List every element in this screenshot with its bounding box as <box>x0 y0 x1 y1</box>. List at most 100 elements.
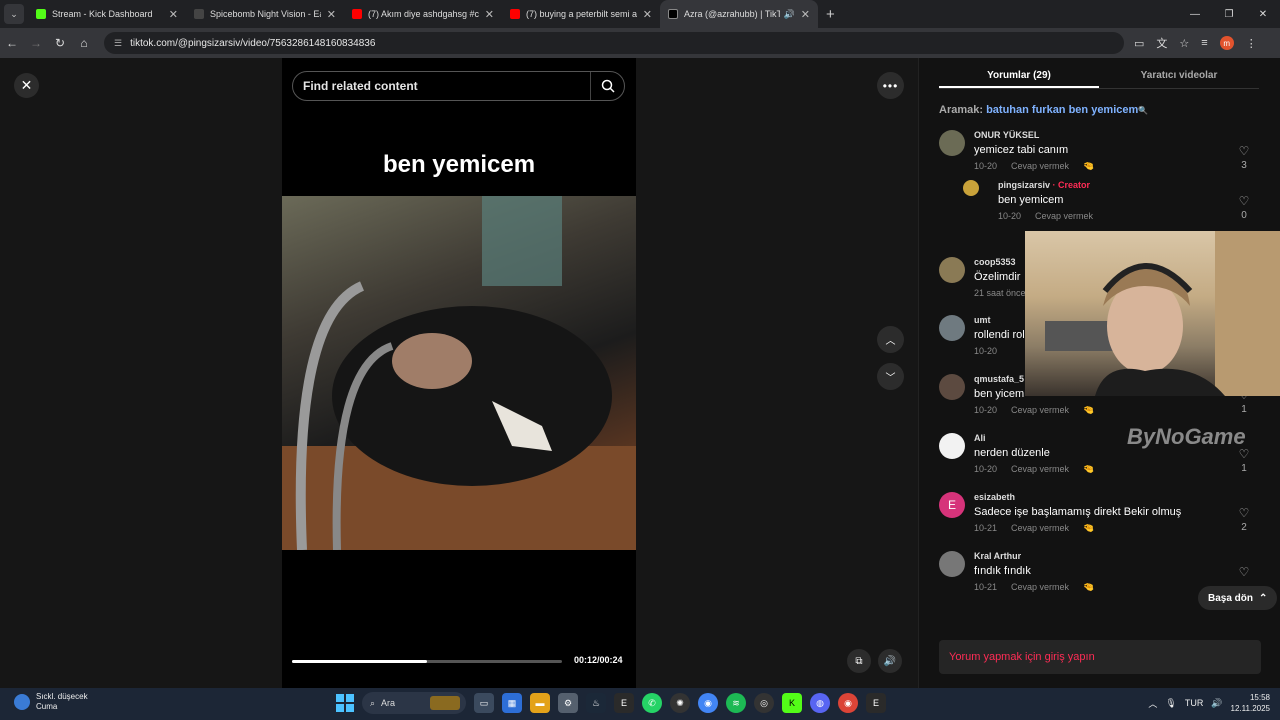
chevron-up-icon: ︿ <box>885 336 896 347</box>
kick-icon[interactable]: K <box>782 693 802 713</box>
reply-button[interactable]: Cevap vermek <box>1011 161 1069 171</box>
avatar[interactable] <box>939 433 965 459</box>
heart-icon[interactable]: ♡ <box>1234 506 1254 520</box>
avatar[interactable] <box>939 551 965 577</box>
url-field[interactable]: ☰ tiktok.com/@pingsizarsiv/video/7563286… <box>104 32 1124 54</box>
chrome-icon[interactable]: ◉ <box>698 693 718 713</box>
avatar[interactable] <box>939 315 965 341</box>
related-search-input[interactable]: Find related content <box>292 71 625 101</box>
menu-icon[interactable]: ⋮ <box>1246 37 1257 50</box>
emoji-icon[interactable]: 🤏 <box>1083 405 1094 415</box>
avatar[interactable] <box>939 257 965 283</box>
spotify-icon[interactable]: ≋ <box>726 693 746 713</box>
reply-button[interactable]: Cevap vermek <box>1011 464 1069 474</box>
emoji-icon[interactable]: 🤏 <box>1083 582 1094 592</box>
language-indicator[interactable]: TUR <box>1185 698 1204 708</box>
close-video-button[interactable]: ✕ <box>14 73 39 98</box>
file-explorer-icon[interactable]: ▬ <box>530 693 550 713</box>
browser-tab[interactable]: (7) Akım diye ashdgahsg #cs2 #✕ <box>344 0 502 28</box>
new-tab-button[interactable]: + <box>826 6 835 23</box>
volume-button[interactable]: 🔊 <box>878 649 902 673</box>
reload-icon[interactable]: ↻ <box>48 36 72 50</box>
clock[interactable]: 15:58 12.11.2025 <box>1231 692 1270 714</box>
video-caption: ben yemicem <box>382 151 536 178</box>
profile-avatar[interactable]: m <box>1219 36 1234 50</box>
tab-creator-videos[interactable]: Yaratıcı videolar <box>1099 58 1259 88</box>
tab-search-button[interactable]: ⌄ <box>4 4 24 24</box>
heart-icon[interactable]: ♡ <box>1234 144 1254 158</box>
window-close-icon[interactable]: ✕ <box>1246 0 1280 28</box>
emoji-icon[interactable]: 🤏 <box>1083 161 1094 171</box>
reply-button[interactable]: Cevap vermek <box>1011 582 1069 592</box>
close-tab-icon[interactable]: ✕ <box>169 8 178 21</box>
translate-icon[interactable]: 文 <box>1156 35 1167 51</box>
minimize-icon[interactable]: — <box>1178 0 1212 28</box>
task-view-icon[interactable]: ▭ <box>474 693 494 713</box>
forward-icon[interactable]: → <box>24 36 48 50</box>
taskbar-search[interactable]: ⌕ Ara <box>362 692 466 714</box>
back-icon[interactable]: ← <box>0 36 24 50</box>
progress-fill <box>292 660 427 663</box>
video-player[interactable]: Find related content ben yemicem 00:12/0… <box>282 58 636 688</box>
reply-button[interactable]: Cevap vermek <box>1011 523 1069 533</box>
avatar[interactable] <box>963 180 979 196</box>
epic-games-icon[interactable]: E <box>614 693 634 713</box>
restore-icon[interactable]: ❐ <box>1212 0 1246 28</box>
chevron-up-icon[interactable]: ︿ <box>1148 697 1157 710</box>
search-icon: ⌕ <box>370 697 376 708</box>
bookmark-star-icon[interactable]: ☆ <box>1179 37 1189 50</box>
whatsapp-icon[interactable]: ✆ <box>642 693 662 713</box>
watermark-logo: ByNoGame <box>1127 424 1246 449</box>
more-options-button[interactable]: ••• <box>877 72 904 99</box>
site-info-icon[interactable]: ☰ <box>114 38 122 49</box>
discord-icon[interactable]: ◍ <box>810 693 830 713</box>
search-suggestion[interactable]: Aramak: batuhan furkan ben yemicem🔍 <box>939 104 1148 116</box>
address-bar-row: ← → ↻ ⌂ ☰ tiktok.com/@pingsizarsiv/video… <box>0 28 1280 58</box>
next-video-button[interactable]: ﹀ <box>877 363 904 390</box>
speaker-icon[interactable]: 🔊 <box>784 9 795 20</box>
cast-icon[interactable]: ▭ <box>1134 37 1144 50</box>
heart-icon[interactable]: ♡ <box>1234 194 1254 208</box>
avatar[interactable] <box>939 130 965 156</box>
emoji-icon[interactable]: 🤏 <box>1083 464 1094 474</box>
avatar[interactable]: E <box>939 492 965 518</box>
tab-comments[interactable]: Yorumlar (29) <box>939 58 1099 88</box>
chatgpt-icon[interactable]: ✺ <box>670 693 690 713</box>
weather-widget[interactable]: Sıckl. düşecek Cuma <box>14 692 88 712</box>
miniplayer-button[interactable]: ⧉ <box>847 649 871 673</box>
close-tab-icon[interactable]: ✕ <box>327 8 336 21</box>
browser-tab[interactable]: Stream - Kick Dashboard ✕ <box>28 0 186 28</box>
browser-tab[interactable]: Spicebomb Night Vision - Eau d✕ <box>186 0 344 28</box>
youtube-icon <box>510 9 520 19</box>
windows-start-icon[interactable] <box>336 694 354 712</box>
reply-button[interactable]: Cevap vermek <box>1011 405 1069 415</box>
comments-panel: Yorumlar (29) Yaratıcı videolar Aramak: … <box>918 58 1280 688</box>
close-tab-icon[interactable]: ✕ <box>643 8 652 21</box>
progress-bar[interactable] <box>292 660 562 663</box>
previous-video-button[interactable]: ︿ <box>877 326 904 353</box>
avatar[interactable] <box>939 374 965 400</box>
close-tab-icon[interactable]: ✕ <box>801 8 810 21</box>
heart-icon[interactable]: ♡ <box>1234 565 1254 579</box>
browser-tab-active[interactable]: Azra (@azrahubb) | TikTok🔊✕ <box>660 0 818 28</box>
back-to-top-button[interactable]: Başa dön ⌃ <box>1198 586 1278 610</box>
epic-games-icon[interactable]: E <box>866 693 886 713</box>
video-frame[interactable] <box>282 196 636 550</box>
store-icon[interactable]: ▦ <box>502 693 522 713</box>
microphone-icon[interactable]: 🎙 <box>1165 698 1176 709</box>
miniplayer-icon: ⧉ <box>855 655 863 667</box>
search-icon[interactable] <box>590 72 624 100</box>
home-icon[interactable]: ⌂ <box>72 36 96 50</box>
browser-tab[interactable]: (7) buying a peterbilt semi and ✕ <box>502 0 660 28</box>
settings-icon[interactable]: ⚙ <box>558 693 578 713</box>
chrome-profile-icon[interactable]: ◉ <box>838 693 858 713</box>
close-icon: ✕ <box>20 77 33 93</box>
speaker-icon[interactable]: 🔊 <box>1211 698 1222 709</box>
emoji-icon[interactable]: 🤏 <box>1083 523 1094 533</box>
close-tab-icon[interactable]: ✕ <box>485 8 494 21</box>
media-icon[interactable]: ≡ <box>1201 37 1207 49</box>
obs-icon[interactable]: ◎ <box>754 693 774 713</box>
login-to-comment[interactable]: Yorum yapmak için giriş yapın <box>939 640 1261 674</box>
reply-button[interactable]: Cevap vermek <box>1035 211 1093 221</box>
steam-icon[interactable]: ♨ <box>586 693 606 713</box>
